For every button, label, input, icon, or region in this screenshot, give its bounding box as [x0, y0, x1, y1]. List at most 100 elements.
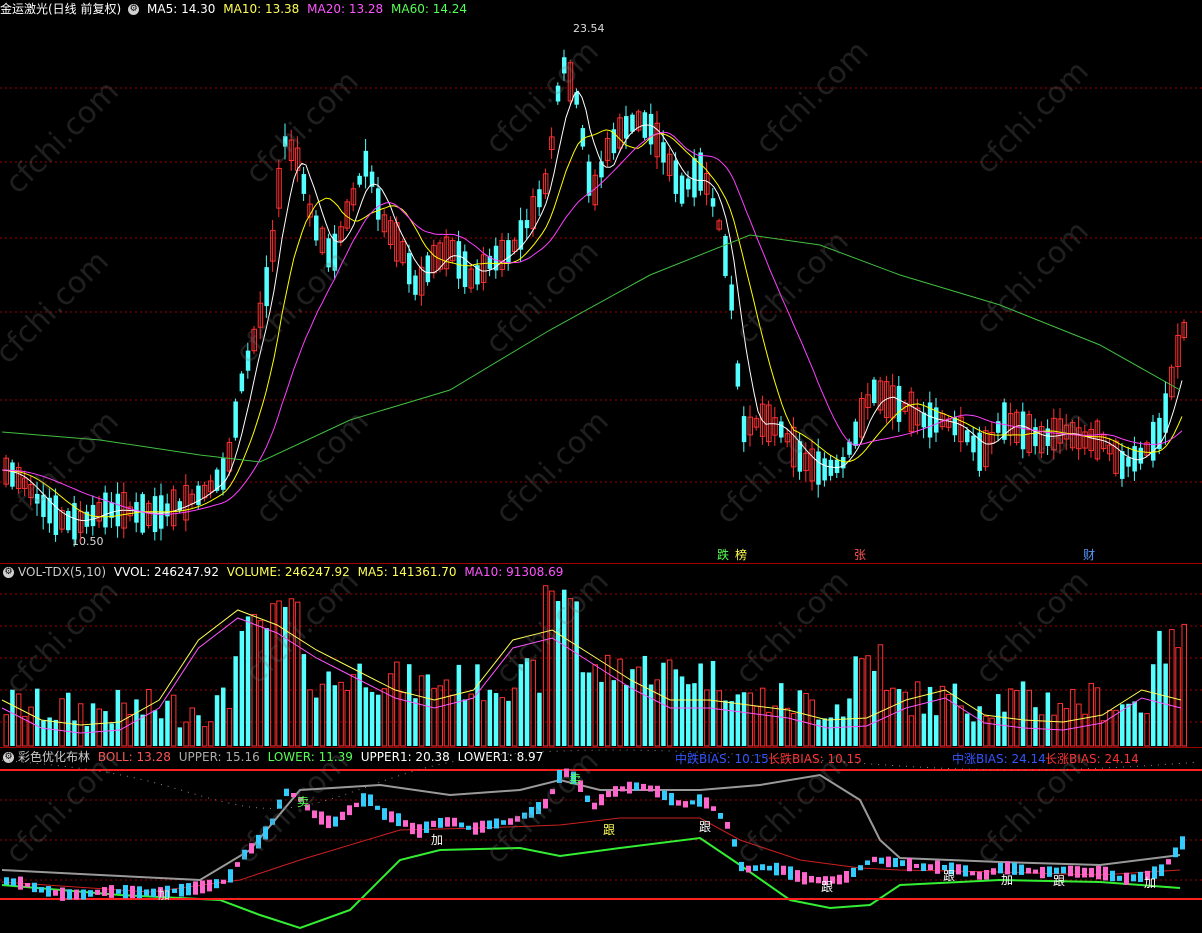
- boll-marker: [144, 889, 149, 896]
- boll-marker: [802, 872, 807, 885]
- candle-down: [407, 253, 412, 285]
- volume-bar-down: [53, 719, 59, 746]
- volume-bar-down: [1020, 681, 1026, 746]
- volume-bar-up: [1169, 629, 1175, 747]
- boll-marker: [382, 808, 387, 820]
- boll-marker: [599, 794, 604, 806]
- boll-marker: [844, 871, 849, 883]
- volume-bar-down: [586, 672, 592, 746]
- volume-bar-down: [357, 663, 362, 746]
- volume-bar-down: [314, 697, 319, 746]
- volume-bar-down: [301, 654, 307, 746]
- candle-down: [952, 417, 958, 436]
- candle-down: [456, 241, 462, 279]
- volume-bar-down: [493, 693, 499, 746]
- volume-bar-down: [642, 655, 648, 746]
- boll-marker: [795, 870, 800, 882]
- boll-marker: [1110, 870, 1115, 882]
- volume-bar-down: [599, 681, 604, 746]
- volume-bar-up: [1175, 647, 1181, 747]
- volume-bar-up: [276, 600, 282, 747]
- volume-bar-up: [704, 689, 710, 747]
- volume-bar-up: [908, 715, 915, 747]
- boll-marker: [907, 857, 912, 872]
- volume-bar-up: [772, 705, 778, 747]
- boll-marker: [403, 820, 408, 827]
- volume-bar-up: [480, 700, 487, 747]
- boll-marker: [529, 806, 534, 818]
- volume-bar-up: [890, 687, 896, 747]
- boll-signal-label: 跟: [699, 820, 712, 834]
- volume-bar-down: [369, 691, 375, 746]
- candle-down: [797, 441, 803, 472]
- candle-down: [363, 150, 369, 177]
- boll-marker: [984, 870, 989, 880]
- boll-marker: [221, 879, 226, 884]
- volume-bar-down: [283, 606, 288, 746]
- volume-bar-up: [288, 598, 295, 747]
- candle-down: [425, 255, 431, 283]
- candle-down: [1020, 411, 1026, 450]
- boll-marker: [214, 879, 219, 889]
- candle-down: [741, 416, 747, 443]
- volume-bar-up: [530, 659, 536, 747]
- candle-down: [710, 198, 716, 207]
- candle-down: [314, 215, 319, 241]
- volume-bar-down: [326, 671, 331, 746]
- boll-marker: [914, 863, 919, 869]
- boll-marker: [207, 879, 212, 892]
- candle-down: [1151, 421, 1156, 461]
- volume-bar-up: [766, 711, 772, 747]
- volume-bar-up: [1007, 688, 1014, 747]
- candle-down: [630, 114, 635, 132]
- volume-bar-up: [958, 705, 964, 747]
- boll-marker: [858, 865, 863, 871]
- boll-marker: [620, 786, 625, 792]
- volume-bar-down: [177, 727, 183, 746]
- volume-bar-up: [431, 687, 437, 747]
- boll-marker: [669, 793, 674, 806]
- boll-marker: [39, 887, 44, 893]
- candle-down: [301, 174, 307, 194]
- boll-marker: [809, 875, 814, 883]
- volume-bar-down: [710, 660, 716, 746]
- candle-down: [239, 373, 245, 392]
- boll-marker: [760, 864, 765, 871]
- ma20-line: [1, 131, 1183, 515]
- volume-bar-up: [1094, 687, 1101, 747]
- volume-bar-down: [1157, 630, 1162, 746]
- volume-bar-up: [809, 699, 815, 747]
- boll-marker: [1103, 866, 1108, 881]
- boll-marker: [116, 889, 121, 894]
- boll-marker: [1166, 859, 1171, 865]
- candle-down: [1163, 393, 1168, 433]
- boll-marker: [333, 816, 338, 827]
- volume-bar-down: [779, 683, 784, 746]
- volume-bar-up: [784, 707, 791, 747]
- volume-bar-down: [580, 672, 586, 746]
- boll-marker: [655, 785, 660, 798]
- volume-bar-down: [971, 721, 976, 746]
- volume-bar-up: [747, 692, 753, 747]
- boll-marker: [977, 871, 982, 880]
- ma10-line: [1, 129, 1183, 518]
- boll-marker: [60, 887, 65, 901]
- candle-down: [524, 220, 530, 229]
- boll-marker: [886, 856, 891, 868]
- volume-bar-up: [394, 661, 400, 747]
- volume-bar-down: [834, 704, 840, 746]
- boll-marker: [109, 885, 114, 898]
- boll-marker: [361, 793, 366, 807]
- boll-marker: [200, 880, 205, 894]
- boll-marker: [1026, 867, 1031, 874]
- boll-marker: [606, 790, 611, 798]
- boll-marker: [970, 871, 975, 876]
- volume-bar-down: [896, 689, 902, 746]
- volume-bar-down: [847, 698, 852, 746]
- boll-marker: [249, 843, 254, 854]
- volume-bar-down: [555, 601, 561, 746]
- volume-bar-up: [1107, 709, 1113, 747]
- volume-bar-down: [537, 692, 542, 746]
- candle-down: [692, 158, 697, 198]
- boll-marker: [711, 806, 716, 811]
